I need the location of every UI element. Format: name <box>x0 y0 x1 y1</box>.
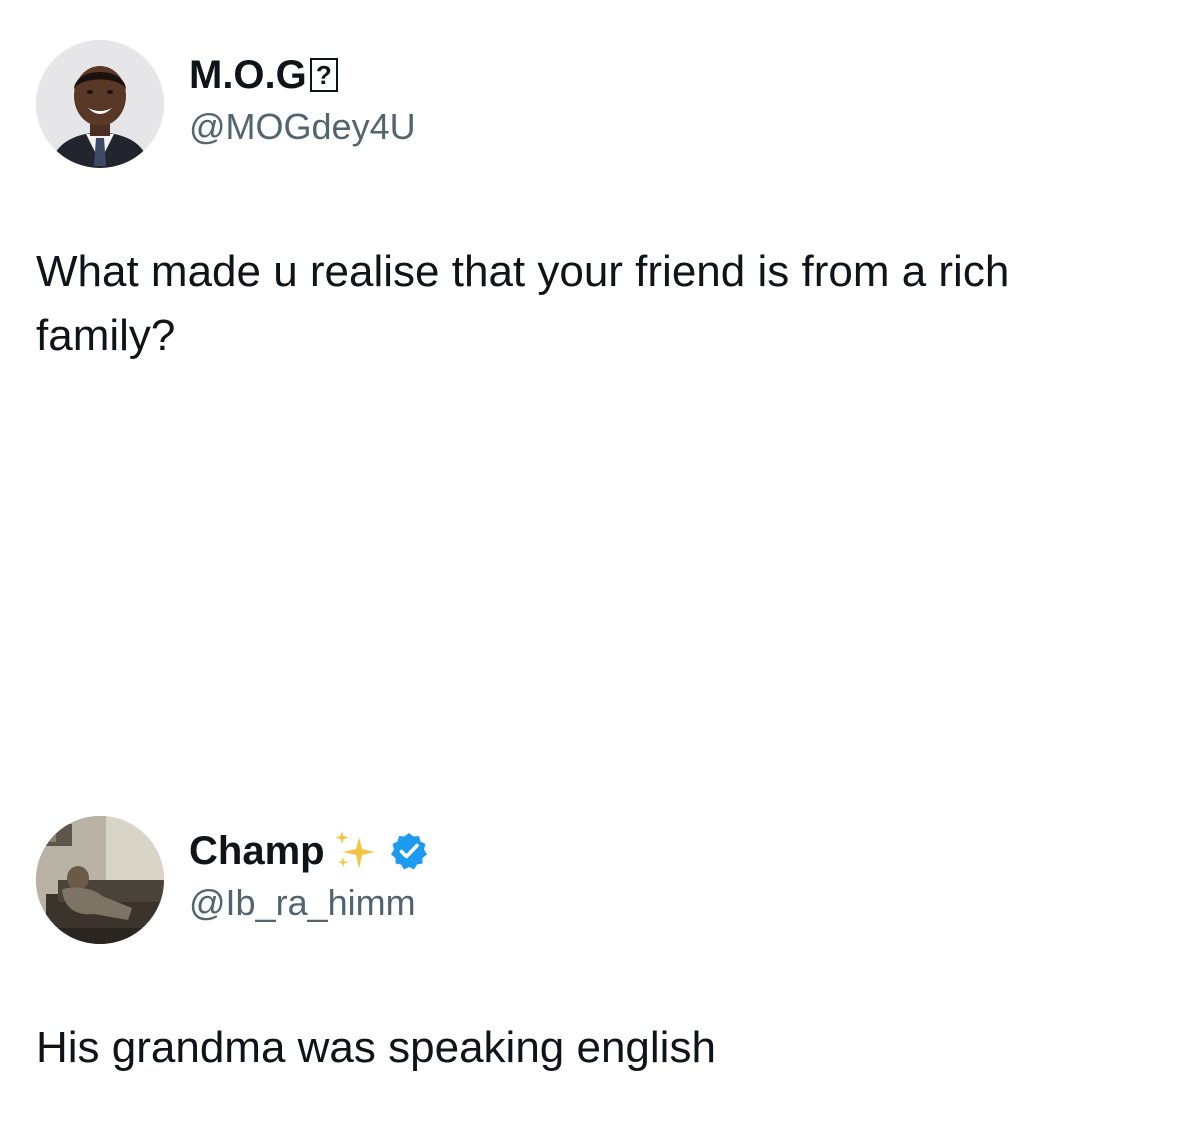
name-row: Champ <box>189 828 429 874</box>
unknown-glyph-icon: ? <box>309 58 338 92</box>
tweet-text: What made u realise that your friend is … <box>36 247 1010 360</box>
verified-badge-icon[interactable] <box>389 831 429 871</box>
avatar-man-in-suit-icon <box>36 40 164 168</box>
avatar-elderly-person-seated-icon <box>36 816 164 944</box>
tweet[interactable]: M.O.G ? @MOGdey4U What made u realise th… <box>0 0 1179 560</box>
sparkles-icon <box>329 829 385 873</box>
tweet[interactable]: Champ @Ib_ra_himm His grandma was speaki… <box>0 800 1179 1148</box>
handle[interactable]: @Ib_ra_himm <box>189 882 416 924</box>
handle[interactable]: @MOGdey4U <box>189 106 416 148</box>
display-name[interactable]: Champ <box>189 828 325 874</box>
display-name[interactable]: M.O.G <box>189 52 307 98</box>
name-row: M.O.G ? <box>189 52 338 98</box>
avatar[interactable] <box>36 816 164 944</box>
tweet-text: His grandma was speaking english <box>36 1023 716 1072</box>
avatar[interactable] <box>36 40 164 168</box>
